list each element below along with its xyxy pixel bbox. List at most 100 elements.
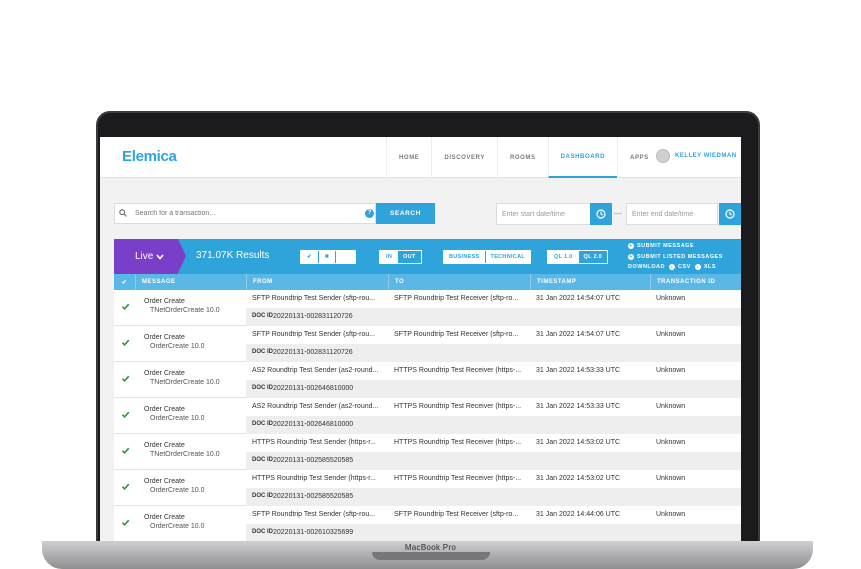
live-tab-arrow bbox=[178, 239, 186, 273]
user-menu[interactable]: KELLEY WIEDMAN bbox=[656, 149, 737, 163]
submit-listed-link[interactable]: + SUBMIT LISTED MESSAGES bbox=[628, 252, 723, 263]
avatar bbox=[656, 149, 670, 163]
message-type: OrderCreate 10.0 bbox=[150, 415, 205, 422]
doc-id-label: DOC ID bbox=[252, 313, 273, 319]
doc-id-value[interactable]: 20220131-002831120726 bbox=[273, 349, 353, 356]
doc-id-strip: DOC ID 20220131-002585520585 bbox=[246, 452, 741, 470]
start-date-input[interactable]: Enter start date/time bbox=[496, 203, 597, 225]
help-icon[interactable]: ? bbox=[365, 209, 374, 218]
table-row[interactable]: Order Create TNetOrderCreate 10.0 HTTPS Ro… bbox=[114, 434, 741, 470]
doc-id-value[interactable]: 20220131-002646810000 bbox=[273, 421, 353, 428]
device-label: MacBook Pro bbox=[404, 543, 457, 552]
live-dropdown[interactable]: Live bbox=[114, 239, 178, 274]
doc-id-value[interactable]: 20220131-002585520585 bbox=[273, 493, 353, 500]
search-button[interactable]: SEARCH bbox=[376, 203, 435, 224]
doc-id-value[interactable]: 20220131-002646810000 bbox=[273, 385, 353, 392]
transaction-id-cell: Unknown bbox=[656, 511, 686, 518]
doc-id-value[interactable]: 20220131-002585520585 bbox=[273, 457, 353, 464]
end-date-input[interactable]: Enter end date/time bbox=[626, 203, 718, 225]
filter-pending[interactable]: ⁘ bbox=[335, 251, 355, 263]
header-transaction-id[interactable]: TRANSACTION ID bbox=[650, 274, 741, 290]
filter-technical[interactable]: TECHNICAL bbox=[484, 251, 531, 263]
filter-ql2[interactable]: QL 2.0 bbox=[577, 251, 608, 263]
filter-business[interactable]: BUSINESS bbox=[444, 251, 485, 263]
download-icon: ↓ bbox=[669, 264, 675, 271]
clock-icon bbox=[596, 209, 606, 219]
header-to[interactable]: TO bbox=[388, 274, 530, 290]
from-cell: AS2 Roundtrip Test Sender (as2-round... bbox=[252, 403, 379, 410]
to-cell: SFTP Roundtrip Test Receiver (sftp-ro... bbox=[394, 331, 519, 338]
header-check[interactable]: ✔ bbox=[114, 274, 135, 290]
download-icon: ↓ bbox=[694, 264, 701, 271]
download-xls[interactable]: XLS bbox=[704, 262, 716, 273]
download-csv[interactable]: CSV bbox=[678, 262, 691, 273]
type-filter-group: BUSINESS TECHNICAL bbox=[443, 250, 532, 264]
table-row[interactable]: Order Create OrderCreate 10.0 AS2 Roundtri… bbox=[114, 398, 741, 434]
doc-id-label: DOC ID bbox=[252, 385, 273, 391]
search-input[interactable] bbox=[133, 204, 361, 223]
message-title: Order Create bbox=[144, 442, 185, 449]
message-type: OrderCreate 10.0 bbox=[150, 487, 205, 494]
transaction-id-cell: Unknown bbox=[656, 367, 686, 374]
plus-icon: + bbox=[628, 253, 634, 260]
status-filter-group: ✔ ✖ ⁘ bbox=[300, 250, 356, 264]
ql-filter-group: QL 1.0 QL 2.0 bbox=[547, 250, 609, 264]
start-date-clock-button[interactable] bbox=[590, 203, 612, 225]
timestamp-cell: 31 Jan 2022 14:54:07 UTC bbox=[536, 331, 621, 338]
success-check-icon bbox=[121, 303, 130, 311]
to-cell: SFTP Roundtrip Test Receiver (sftp-ro... bbox=[394, 511, 519, 518]
from-cell: SFTP Roundtrip Test Sender (sftp-rou... bbox=[252, 331, 376, 338]
submit-message-link[interactable]: + SUBMIT MESSAGE bbox=[628, 241, 723, 252]
filter-out[interactable]: OUT bbox=[397, 251, 421, 263]
success-check-icon bbox=[121, 447, 130, 455]
message-title: Order Create bbox=[144, 514, 185, 521]
table-row[interactable]: Order Create OrderCreate 10.0 SFTP Roundtr… bbox=[114, 506, 741, 542]
table-body: Order Create TNetOrderCreate 10.0 SFTP Rou… bbox=[114, 290, 741, 542]
header-timestamp[interactable]: TIMESTAMP bbox=[530, 274, 650, 290]
to-cell: SFTP Roundtrip Test Receiver (sftp-ro... bbox=[394, 295, 519, 302]
message-title: Order Create bbox=[144, 406, 185, 413]
message-type: TNetOrderCreate 10.0 bbox=[150, 379, 220, 386]
message-title: Order Create bbox=[144, 478, 185, 485]
table-row[interactable]: Order Create TNetOrderCreate 10.0 SFTP Rou… bbox=[114, 290, 741, 326]
results-count: 371.07K Results bbox=[196, 250, 270, 261]
doc-id-strip: DOC ID 20220131-002585520585 bbox=[246, 488, 741, 506]
filter-in[interactable]: IN bbox=[380, 251, 398, 263]
download-row: DOWNLOAD ↓ CSV ↓ XLS bbox=[628, 262, 723, 273]
message-title: Order Create bbox=[144, 370, 185, 377]
table-row[interactable]: Order Create TNetOrderCreate 10.0 AS2 Roun… bbox=[114, 362, 741, 398]
chevron-down-icon bbox=[156, 253, 164, 260]
doc-id-strip: DOC ID 20220131-002831120726 bbox=[246, 308, 741, 326]
nav-apps[interactable]: APPS bbox=[617, 137, 661, 178]
doc-id-strip: DOC ID 20220131-002610325699 bbox=[246, 524, 741, 542]
table-row[interactable]: Order Create OrderCreate 10.0 HTTPS Roundt… bbox=[114, 470, 741, 506]
from-cell: AS2 Roundtrip Test Sender (as2-round... bbox=[252, 367, 379, 374]
doc-id-label: DOC ID bbox=[252, 529, 273, 535]
to-cell: HTTPS Roundtrip Test Receiver (https-... bbox=[394, 439, 522, 446]
search-icon bbox=[119, 209, 127, 217]
end-date-clock-button[interactable] bbox=[719, 203, 741, 225]
table-row[interactable]: Order Create OrderCreate 10.0 SFTP Roundtr… bbox=[114, 326, 741, 362]
message-title: Order Create bbox=[144, 334, 185, 341]
success-check-icon bbox=[121, 519, 130, 527]
timestamp-cell: 31 Jan 2022 14:53:33 UTC bbox=[536, 367, 621, 374]
laptop-notch bbox=[372, 552, 490, 560]
filter-ql1[interactable]: QL 1.0 bbox=[548, 251, 578, 263]
doc-id-value[interactable]: 20220131-002610325699 bbox=[273, 529, 353, 536]
elemica-logo[interactable]: Elemica bbox=[122, 148, 177, 165]
direction-filter-group: IN OUT bbox=[379, 250, 422, 264]
filter-failed[interactable]: ✖ bbox=[318, 251, 335, 263]
from-cell: HTTPS Roundtrip Test Sender (https-r... bbox=[252, 475, 376, 482]
header-message[interactable]: MESSAGE bbox=[135, 274, 246, 290]
message-type: OrderCreate 10.0 bbox=[150, 523, 205, 530]
doc-id-value[interactable]: 20220131-002831120726 bbox=[273, 313, 353, 320]
header-from[interactable]: FROM bbox=[246, 274, 388, 290]
plus-icon: + bbox=[628, 243, 634, 250]
nav-dashboard[interactable]: DASHBOARD bbox=[547, 137, 618, 178]
timestamp-cell: 31 Jan 2022 14:44:06 UTC bbox=[536, 511, 621, 518]
success-check-icon bbox=[121, 339, 130, 347]
filter-success[interactable]: ✔ bbox=[301, 251, 318, 263]
nav-rooms[interactable]: ROOMS bbox=[496, 137, 548, 178]
nav-home[interactable]: HOME bbox=[386, 137, 431, 178]
nav-discovery[interactable]: DISCOVERY bbox=[431, 137, 497, 178]
